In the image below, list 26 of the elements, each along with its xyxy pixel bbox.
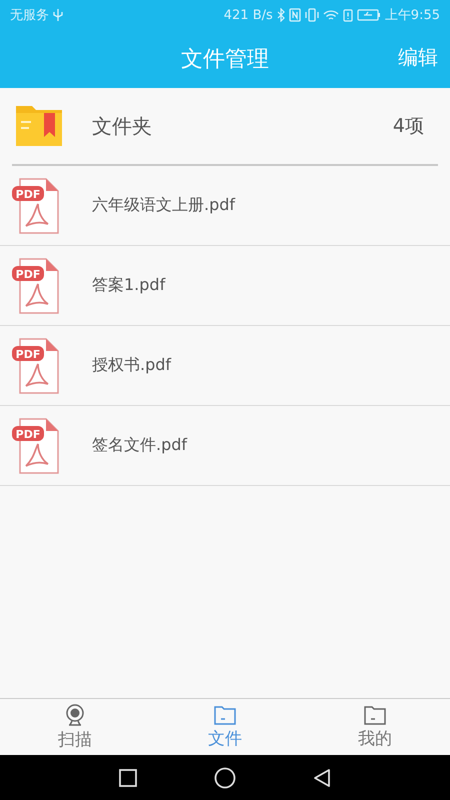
file-name[interactable]: 答案1.pdf (92, 275, 166, 296)
home-icon[interactable] (214, 766, 236, 788)
file-name[interactable]: 授权书.pdf (92, 355, 172, 376)
back-icon[interactable] (312, 768, 332, 788)
wifi-icon (322, 8, 339, 22)
usb-icon (53, 8, 63, 22)
nfc-icon (288, 8, 301, 22)
folder-name: 文件夹 (92, 112, 153, 140)
carrier-text: 无服务 (10, 7, 49, 24)
folder-icon (14, 104, 64, 148)
battery-icon (356, 9, 381, 21)
page-title: 文件管理 (181, 46, 269, 74)
vibrate-icon (304, 8, 319, 22)
webcam-icon (64, 704, 86, 726)
folder-icon (364, 704, 386, 724)
bluetooth-icon (276, 8, 285, 22)
sim-alert-icon (342, 8, 353, 22)
tab[interactable]: 扫描 (0, 699, 150, 755)
folder-icon (214, 704, 236, 724)
clock-time: 上午9:55 (384, 7, 440, 24)
file-name[interactable]: 六年级语文上册.pdf (92, 195, 236, 216)
tab[interactable]: 我的 (300, 699, 450, 755)
recent-apps-icon[interactable] (118, 768, 138, 788)
network-speed: 421 B/s (224, 8, 273, 22)
item-count: 4项 (392, 114, 424, 139)
file-name[interactable]: 签名文件.pdf (92, 435, 188, 456)
